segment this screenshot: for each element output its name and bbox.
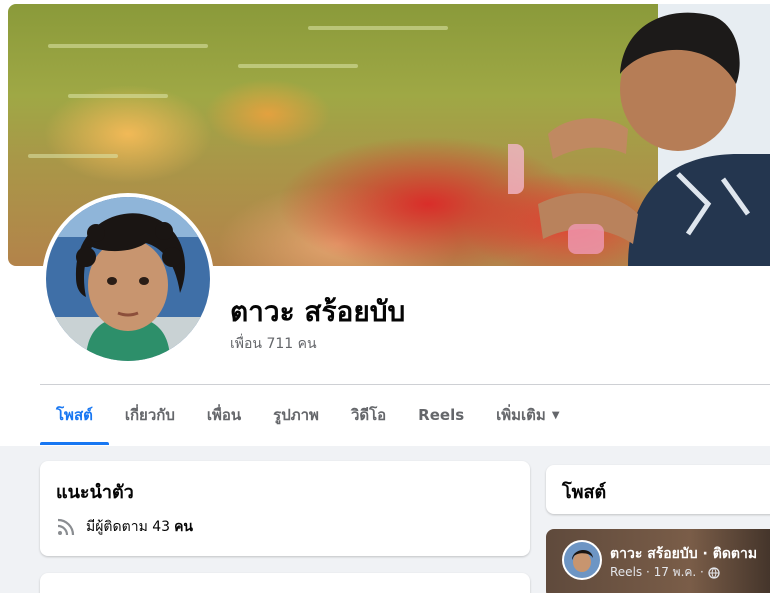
reel-meta: Reels · 17 พ.ค. · (610, 563, 720, 582)
details-card (40, 573, 530, 593)
reel-post-card[interactable]: ตาวะ สร้อยบับ · ติดตาม Reels · 17 พ.ค. · (546, 529, 770, 593)
tab-reels-label: Reels (418, 406, 465, 424)
followers-unit: คน (174, 519, 193, 535)
tab-photos-label: รูปภาพ (273, 406, 319, 424)
followers-row[interactable]: มีผู้ติดตาม 43 คน (56, 516, 193, 538)
reel-author-avatar[interactable] (562, 540, 602, 580)
caret-down-icon: ▼ (551, 409, 560, 421)
tab-about[interactable]: เกี่ยวกับ (109, 385, 191, 445)
tab-about-label: เกี่ยวกับ (124, 406, 175, 424)
tab-friends-label: เพื่อน (206, 406, 242, 424)
tab-videos[interactable]: วิดีโอ (335, 385, 402, 445)
profile-header: ตาวะ สร้อยบับ เพื่อน 711 คน โพสต์ เกี่ยว… (0, 0, 770, 446)
followers-text: มีผู้ติดตาม 43 (86, 519, 171, 535)
intro-card: แนะนำตัว (40, 461, 530, 556)
profile-name: ตาวะ สร้อยบับ (230, 295, 406, 328)
tab-videos-label: วิดีโอ (350, 406, 387, 424)
tab-posts[interactable]: โพสต์ (40, 385, 109, 445)
friends-count[interactable]: เพื่อน 711 คน (230, 333, 317, 355)
reel-author-line[interactable]: ตาวะ สร้อยบับ · ติดตาม (610, 543, 757, 565)
reel-meta-text: Reels · 17 พ.ค. · (610, 565, 704, 579)
tab-more-label: เพิ่มเติม (496, 406, 546, 424)
tab-reels[interactable]: Reels (402, 385, 480, 445)
tab-friends[interactable]: เพื่อน (191, 385, 257, 445)
posts-header-card: โพสต์ (546, 465, 770, 514)
intro-title: แนะนำตัว (56, 482, 134, 503)
rss-feed-icon (57, 518, 75, 536)
posts-title: โพสต์ (562, 482, 607, 503)
profile-tabs: โพสต์ เกี่ยวกับ เพื่อน รูปภาพ วิดีโอ Ree… (40, 385, 576, 445)
tab-more[interactable]: เพิ่มเติม ▼ (480, 385, 575, 445)
tab-posts-label: โพสต์ (56, 406, 93, 424)
tab-photos[interactable]: รูปภาพ (257, 385, 335, 445)
globe-icon[interactable] (708, 566, 720, 579)
profile-avatar[interactable] (42, 193, 214, 365)
